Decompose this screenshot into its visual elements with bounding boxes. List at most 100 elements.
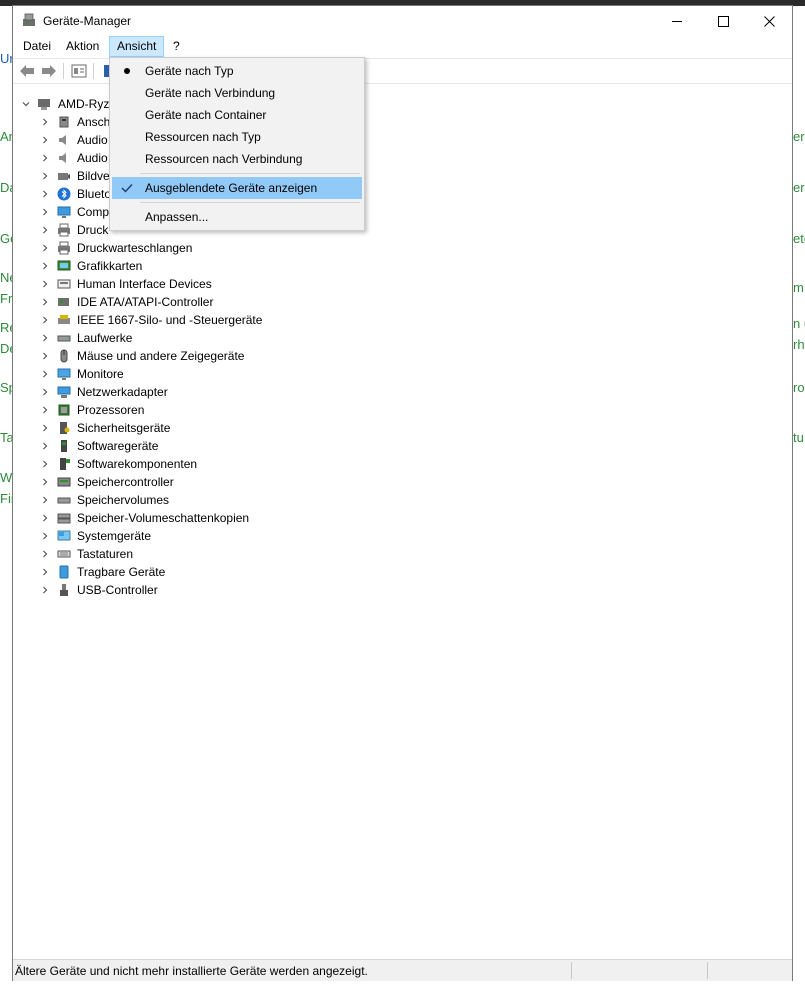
expand-chevron-icon[interactable]	[38, 473, 52, 491]
collapse-chevron-icon[interactable]	[19, 95, 33, 113]
tree-item[interactable]: Netzwerkadapter	[14, 383, 774, 401]
port-icon	[59, 116, 69, 128]
menu-item-ausgeblendete-geraete-anzeigen[interactable]: Ausgeblendete Geräte anzeigen	[112, 177, 362, 199]
menu-item-geraete-nach-container[interactable]: Geräte nach Container	[112, 104, 362, 126]
monitor-icon	[57, 368, 71, 380]
forward-button[interactable]	[39, 62, 59, 80]
background-link[interactable]: ro	[793, 380, 805, 395]
speaker-icon	[59, 153, 66, 163]
tree-item[interactable]: IDE ATA/ATAPI-Controller	[14, 293, 774, 311]
expand-chevron-icon[interactable]	[38, 437, 52, 455]
expand-chevron-icon[interactable]	[38, 383, 52, 401]
camera-icon	[58, 173, 70, 180]
tree-item[interactable]: Tragbare Geräte	[14, 563, 774, 581]
expand-chevron-icon[interactable]	[38, 149, 52, 167]
expand-chevron-icon[interactable]	[38, 311, 52, 329]
portable-device-icon	[59, 565, 69, 579]
tree-item-label: Grafikkarten	[77, 259, 143, 273]
tree-item[interactable]: USB-Controller	[14, 581, 774, 599]
background-link[interactable]: eto	[793, 231, 805, 246]
tree-item[interactable]: Softwaregeräte	[14, 437, 774, 455]
tree-item[interactable]: Tastaturen	[14, 545, 774, 563]
menu-item-label: Anpassen...	[145, 210, 209, 224]
tree-item[interactable]: Prozessoren	[14, 401, 774, 419]
expand-chevron-icon[interactable]	[38, 545, 52, 563]
background-link[interactable]: W	[0, 470, 12, 485]
tree-item-label: Softwaregeräte	[77, 439, 159, 453]
check-icon	[118, 179, 136, 197]
toolbar-separator	[63, 63, 64, 79]
forward-arrow-icon	[42, 65, 56, 77]
properties-button[interactable]	[69, 62, 89, 80]
expand-chevron-icon[interactable]	[38, 581, 52, 599]
background-link[interactable]: er-	[793, 180, 805, 195]
minimize-button[interactable]	[654, 6, 700, 36]
menu-item-ressourcen-nach-typ[interactable]: Ressourcen nach Typ	[112, 126, 362, 148]
tree-item[interactable]: Sicherheitsgeräte	[14, 419, 774, 437]
expand-chevron-icon[interactable]	[38, 167, 52, 185]
tree-item[interactable]: Speicher-Volumeschattenkopien	[14, 509, 774, 527]
menu-item-geraete-nach-typ[interactable]: Geräte nach Typ	[112, 60, 362, 82]
printer-icon	[58, 223, 70, 237]
expand-chevron-icon[interactable]	[38, 347, 52, 365]
menu-help[interactable]: ?	[166, 36, 187, 57]
expand-chevron-icon[interactable]	[38, 401, 52, 419]
maximize-button[interactable]	[700, 6, 746, 36]
background-link[interactable]: rh	[793, 337, 805, 352]
menu-ansicht[interactable]: Ansicht	[109, 36, 165, 57]
tree-item-label: IDE ATA/ATAPI-Controller	[77, 295, 214, 309]
shadow-copy-icon	[57, 513, 71, 524]
tree-item[interactable]: Systemgeräte	[14, 527, 774, 545]
menu-aktion[interactable]: Aktion	[59, 36, 106, 57]
title-bar[interactable]: Geräte-Manager	[13, 6, 792, 36]
tree-item[interactable]: Speichervolumes	[14, 491, 774, 509]
status-text: Ältere Geräte und nicht mehr installiert…	[15, 964, 368, 978]
tree-item[interactable]: Human Interface Devices	[14, 275, 774, 293]
security-device-icon	[60, 422, 70, 434]
expand-chevron-icon[interactable]	[38, 203, 52, 221]
expand-chevron-icon[interactable]	[38, 239, 52, 257]
expand-chevron-icon[interactable]	[38, 527, 52, 545]
menu-datei[interactable]: Datei	[16, 36, 58, 57]
expand-chevron-icon[interactable]	[38, 113, 52, 131]
menu-item-label: Geräte nach Verbindung	[145, 86, 276, 100]
expand-chevron-icon[interactable]	[38, 563, 52, 581]
expand-chevron-icon[interactable]	[38, 329, 52, 347]
expand-chevron-icon[interactable]	[38, 491, 52, 509]
menu-item-label: Geräte nach Typ	[145, 64, 234, 78]
background-link[interactable]: tu	[793, 430, 804, 445]
expand-chevron-icon[interactable]	[38, 221, 52, 239]
background-link[interactable]: er	[793, 129, 805, 144]
computer-icon	[57, 206, 71, 218]
tree-item[interactable]: Speichercontroller	[14, 473, 774, 491]
background-link[interactable]: n u	[793, 316, 805, 331]
tree-item[interactable]: Mäuse und andere Zeigegeräte	[14, 347, 774, 365]
close-button[interactable]	[746, 6, 792, 36]
bullet-icon	[118, 62, 136, 80]
tree-item[interactable]: Monitore	[14, 365, 774, 383]
tree-item[interactable]: Druckwarteschlangen	[14, 239, 774, 257]
bluetooth-icon	[57, 187, 71, 201]
tree-item[interactable]: Laufwerke	[14, 329, 774, 347]
tree-item-label: Netzwerkadapter	[77, 385, 168, 399]
tree-item-label: Sicherheitsgeräte	[77, 421, 171, 435]
menu-item-geraete-nach-verbindung[interactable]: Geräte nach Verbindung	[112, 82, 362, 104]
back-button[interactable]	[17, 62, 37, 80]
maximize-icon	[717, 15, 729, 27]
expand-chevron-icon[interactable]	[38, 419, 52, 437]
expand-chevron-icon[interactable]	[38, 257, 52, 275]
expand-chevron-icon[interactable]	[38, 185, 52, 203]
minimize-icon	[671, 20, 682, 22]
expand-chevron-icon[interactable]	[38, 275, 52, 293]
expand-chevron-icon[interactable]	[38, 365, 52, 383]
expand-chevron-icon[interactable]	[38, 131, 52, 149]
background-link[interactable]: m	[793, 280, 804, 295]
menu-item-ressourcen-nach-verbindung[interactable]: Ressourcen nach Verbindung	[112, 148, 362, 170]
tree-item[interactable]: Grafikkarten	[14, 257, 774, 275]
tree-item[interactable]: Softwarekomponenten	[14, 455, 774, 473]
tree-item[interactable]: IEEE 1667-Silo- und -Steuergeräte	[14, 311, 774, 329]
expand-chevron-icon[interactable]	[38, 293, 52, 311]
expand-chevron-icon[interactable]	[38, 455, 52, 473]
expand-chevron-icon[interactable]	[38, 509, 52, 527]
menu-item-anpassen[interactable]: Anpassen...	[112, 206, 362, 228]
